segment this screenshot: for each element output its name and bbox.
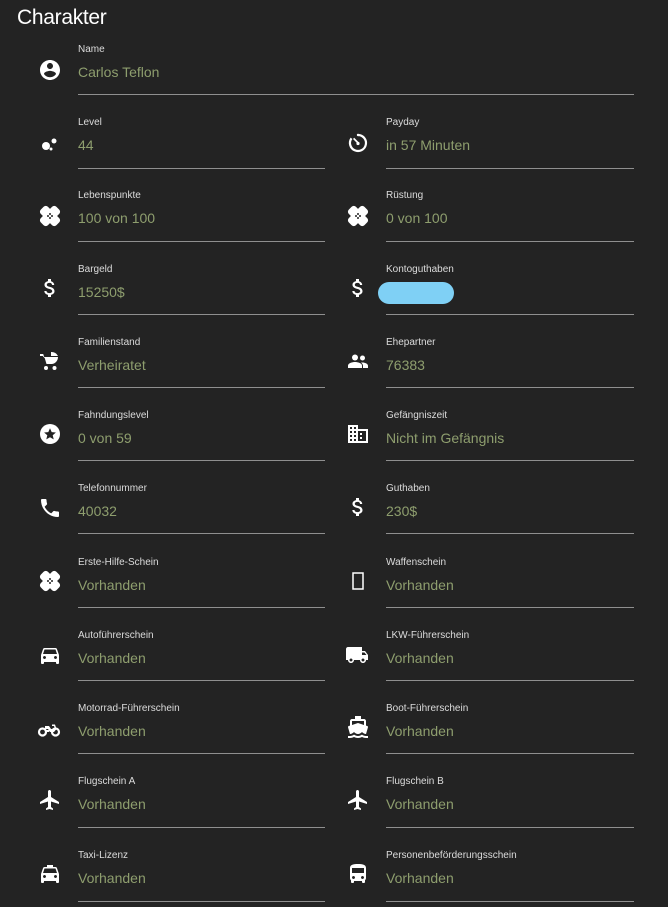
lkw-underline	[386, 680, 634, 681]
auto-value: Vorhanden	[78, 650, 146, 666]
flug-a-value: Vorhanden	[78, 796, 146, 812]
familienstand-label: Familienstand	[78, 337, 141, 348]
boot-label: Boot-Führerschein	[386, 703, 469, 714]
fahndungslevel-label: Fahndungslevel	[78, 410, 149, 421]
flug-a-label: Flugschein A	[78, 776, 136, 787]
bargeld-label: Bargeld	[78, 264, 113, 275]
taxi-label: Taxi-Lizenz	[78, 850, 129, 861]
flug-b-label: Flugschein B	[386, 776, 444, 787]
account-circle-icon	[38, 58, 62, 82]
name-underline	[78, 94, 634, 95]
fahndungslevel-underline	[78, 460, 325, 461]
bubbles-icon	[38, 131, 62, 155]
motorrad-underline	[78, 753, 325, 754]
boot-underline	[386, 753, 634, 754]
building-icon	[346, 422, 370, 446]
flug-b-underline	[386, 827, 634, 828]
bandage-icon	[38, 569, 62, 593]
auto-underline	[78, 680, 325, 681]
familienstand-value: Verheiratet	[78, 357, 146, 373]
ehepartner-label: Ehepartner	[386, 337, 436, 348]
taxi-value: Vorhanden	[78, 870, 146, 886]
ruestung-label: Rüstung	[386, 190, 424, 201]
name-value: Carlos Teflon	[78, 64, 160, 80]
motorrad-value: Vorhanden	[78, 723, 146, 739]
lebenspunkte-value: 100 von 100	[78, 210, 156, 226]
fahndungslevel-value: 0 von 59	[78, 430, 132, 446]
timer-icon	[346, 131, 370, 155]
kontoguthaben-label: Kontoguthaben	[386, 264, 454, 275]
kontoguthaben-underline	[386, 314, 634, 315]
bus-icon	[346, 862, 370, 886]
payday-underline	[386, 168, 634, 169]
lkw-label: LKW-Führerschein	[386, 630, 470, 641]
ehepartner-value: 76383	[386, 357, 425, 373]
guthaben-label: Guthaben	[386, 483, 430, 494]
personen-underline	[386, 901, 634, 902]
payday-label: Payday	[386, 117, 420, 128]
motorcycle-icon	[37, 717, 61, 741]
telefonnummer-underline	[78, 533, 325, 534]
redaction-mark	[378, 282, 454, 304]
motorrad-label: Motorrad-Führerschein	[78, 703, 180, 714]
guthaben-value: 230$	[386, 503, 418, 519]
familienstand-underline	[78, 387, 325, 388]
dollar-icon	[346, 495, 370, 519]
waffenschein-value: Vorhanden	[386, 577, 454, 593]
guthaben-underline	[386, 533, 634, 534]
erste-hilfe-value: Vorhanden	[78, 577, 146, 593]
ruestung-underline	[386, 241, 634, 242]
personen-label: Personenbeförderungsschein	[386, 850, 517, 861]
ehepartner-underline	[386, 387, 634, 388]
dollar-icon	[38, 276, 62, 300]
airplane-icon	[38, 788, 62, 812]
payday-value: in 57 Minuten	[386, 137, 471, 153]
taxi-underline	[78, 901, 325, 902]
flug-a-underline	[78, 827, 325, 828]
flug-b-value: Vorhanden	[386, 796, 454, 812]
waffenschein-underline	[386, 607, 634, 608]
level-label: Level	[78, 117, 102, 128]
taxi-icon	[38, 862, 62, 886]
telefonnummer-label: Telefonnummer	[78, 483, 147, 494]
lkw-value: Vorhanden	[386, 650, 454, 666]
erste-hilfe-label: Erste-Hilfe-Schein	[78, 557, 159, 568]
telefonnummer-value: 40032	[78, 503, 117, 519]
bandage-icon	[38, 204, 62, 228]
name-label: Name	[78, 44, 105, 55]
level-underline	[78, 168, 325, 169]
gefaengniszeit-label: Gefängniszeit	[386, 410, 448, 421]
stroller-icon	[38, 349, 62, 373]
waffenschein-label: Waffenschein	[386, 557, 447, 568]
boot-value: Vorhanden	[386, 723, 454, 739]
bandage-icon	[346, 204, 370, 228]
star-circle-icon	[38, 422, 62, 446]
truck-icon	[345, 643, 369, 667]
phone-icon	[38, 496, 62, 520]
erste-hilfe-underline	[78, 607, 325, 608]
page-title: Charakter	[17, 6, 107, 29]
bargeld-underline	[78, 314, 325, 315]
car-icon	[38, 643, 62, 667]
gefaengniszeit-underline	[386, 460, 634, 461]
airplane-icon	[346, 788, 370, 812]
people-icon	[346, 349, 370, 373]
gefaengniszeit-value: Nicht im Gefängnis	[386, 430, 505, 446]
lebenspunkte-label: Lebenspunkte	[78, 190, 141, 201]
personen-value: Vorhanden	[386, 870, 454, 886]
ferry-icon	[346, 715, 370, 739]
lebenspunkte-underline	[78, 241, 325, 242]
dollar-icon	[346, 276, 370, 300]
bargeld-value: 15250$	[78, 284, 125, 300]
crop-portrait-icon	[346, 569, 370, 593]
auto-label: Autoführerschein	[78, 630, 154, 641]
ruestung-value: 0 von 100	[386, 210, 448, 226]
level-value: 44	[78, 137, 94, 153]
